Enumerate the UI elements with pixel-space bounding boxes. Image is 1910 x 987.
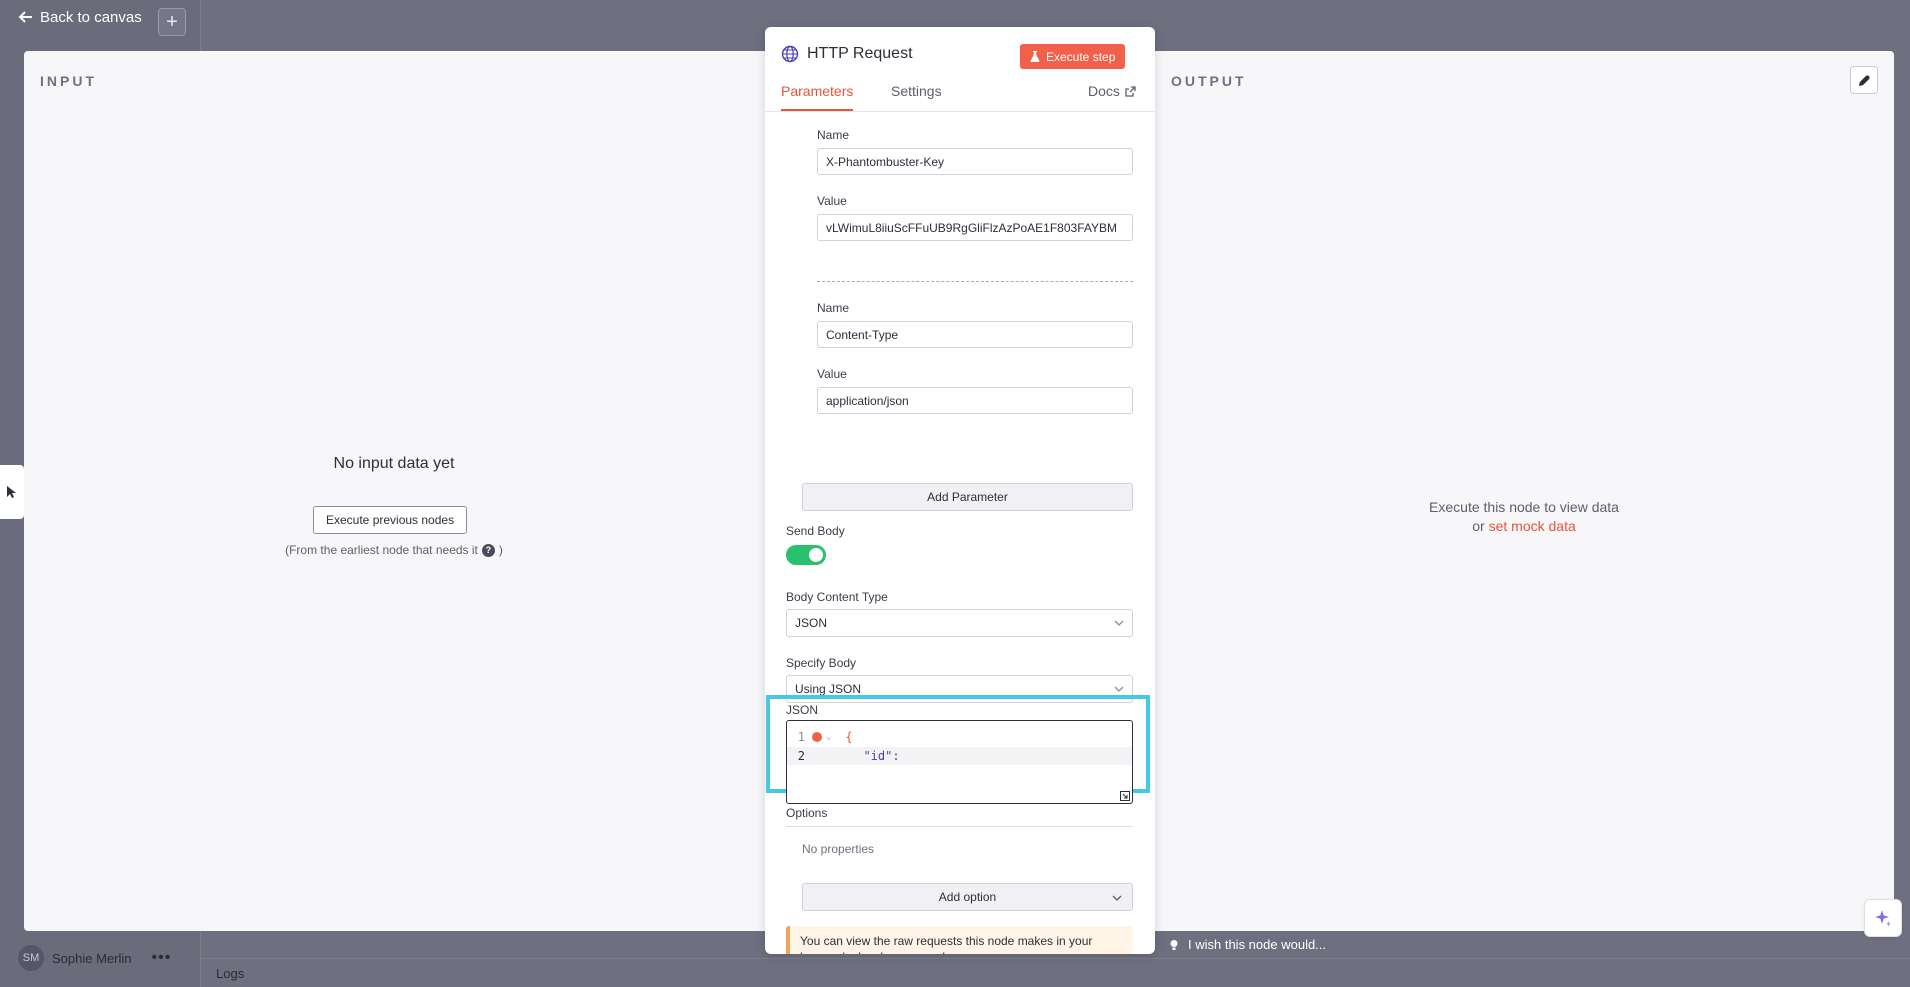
logs-label: Logs xyxy=(216,965,245,981)
output-empty-state: Execute this node to view data or set mo… xyxy=(1174,498,1874,536)
user-name: Sophie Merlin xyxy=(52,950,132,966)
header-value-label: Value xyxy=(817,367,847,381)
feedback-link[interactable]: I wish this node would... xyxy=(1168,937,1326,952)
edit-output-button[interactable] xyxy=(1850,66,1878,94)
execute-step-button[interactable]: Execute step xyxy=(1020,44,1126,69)
no-properties-text: No properties xyxy=(802,842,875,856)
body-content-type-label: Body Content Type xyxy=(786,590,888,604)
avatar: SM xyxy=(18,945,44,971)
external-link-icon xyxy=(1125,86,1136,97)
header-name-input[interactable]: X-Phantombuster-Key xyxy=(817,148,1133,175)
more-icon[interactable]: ••• xyxy=(152,949,172,967)
options-heading: Options xyxy=(786,806,1133,827)
input-hint-close: ) xyxy=(498,543,503,557)
line-number: 2 xyxy=(797,749,805,763)
tab-settings[interactable]: Settings xyxy=(891,83,942,110)
chevron-down-icon xyxy=(1114,686,1124,692)
node-header: HTTP Request Execute step Parameters Set… xyxy=(765,27,1155,112)
specify-body-label: Specify Body xyxy=(786,656,857,670)
back-to-canvas-label: Back to canvas xyxy=(40,8,142,26)
header-name-input[interactable]: Content-Type xyxy=(817,321,1133,348)
lightbulb-icon xyxy=(1170,939,1178,950)
sparkle-icon xyxy=(1875,910,1891,927)
header-value-label: Value xyxy=(817,194,847,208)
raw-requests-notice: You can view the raw requests this node … xyxy=(786,926,1133,954)
toggle-knob xyxy=(809,548,823,562)
code-line: 1 ⌄ { xyxy=(787,728,1132,746)
header-value-input[interactable]: application/json xyxy=(817,387,1133,414)
node-parameters-body: Name X-Phantombuster-Key Value vLWimuL8i… xyxy=(765,111,1155,954)
input-panel: No input data yet Execute previous nodes… xyxy=(24,51,764,931)
collapse-tab[interactable] xyxy=(0,465,24,519)
fold-icon[interactable]: ⌄ xyxy=(826,732,831,742)
execute-step-label: Execute step xyxy=(1046,49,1116,64)
pencil-icon xyxy=(1858,74,1870,86)
add-parameter-button[interactable]: Add Parameter xyxy=(802,483,1133,511)
header-name-label: Name xyxy=(817,128,850,142)
globe-icon xyxy=(781,45,799,63)
send-body-toggle[interactable] xyxy=(786,545,826,565)
code-line: 2 "id": xyxy=(787,747,1132,765)
output-or: or xyxy=(1472,518,1485,534)
execute-previous-nodes-button[interactable]: Execute previous nodes xyxy=(313,506,468,534)
tab-docs[interactable]: Docs xyxy=(1088,83,1136,110)
flask-icon xyxy=(1030,51,1040,62)
user-menu[interactable]: SM Sophie Merlin ••• xyxy=(18,945,171,971)
body-content-type-select[interactable]: JSON xyxy=(786,609,1133,637)
node-title-text: HTTP Request xyxy=(807,45,913,62)
docs-label: Docs xyxy=(1088,83,1120,99)
specify-body-value: Using JSON xyxy=(795,682,862,696)
add-workflow-button[interactable]: + xyxy=(158,8,186,36)
line-number: 1 xyxy=(797,730,805,744)
help-icon[interactable]: ? xyxy=(481,543,495,557)
back-to-canvas-link[interactable]: Back to canvas xyxy=(18,6,142,28)
chevron-down-icon xyxy=(1112,895,1122,901)
feedback-label: I wish this node would... xyxy=(1188,937,1327,952)
chevron-down-icon xyxy=(1114,620,1124,626)
input-hint: (From the earliest node that needs it ? … xyxy=(24,543,764,557)
code-text: "id": xyxy=(849,749,900,763)
cursor-icon xyxy=(7,486,16,498)
body-content-type-value: JSON xyxy=(795,616,828,630)
node-title: HTTP Request xyxy=(781,45,913,63)
set-mock-data-link[interactable]: set mock data xyxy=(1489,518,1576,534)
resize-icon[interactable] xyxy=(1120,791,1130,801)
output-empty-text: Execute this node to view data xyxy=(1429,499,1619,515)
parameter-divider xyxy=(817,281,1133,282)
header-value-input[interactable]: vLWimuL8iiuScFFuUB9RgGliFlzAzPoAE1F803FA… xyxy=(817,214,1133,241)
input-hint-text: (From the earliest node that needs it xyxy=(285,543,478,557)
error-icon xyxy=(812,732,822,742)
tab-parameters[interactable]: Parameters xyxy=(781,83,854,111)
output-panel-label: OUTPUT xyxy=(1171,73,1247,89)
add-option-button[interactable]: Add option xyxy=(802,883,1133,911)
json-label: JSON xyxy=(786,703,819,717)
node-parameters-panel: HTTP Request Execute step Parameters Set… xyxy=(765,27,1155,954)
node-tabs: Parameters Settings Docs xyxy=(765,83,1155,111)
no-input-title: No input data yet xyxy=(333,455,455,472)
ai-assistant-button[interactable] xyxy=(1864,899,1902,937)
code-text: { xyxy=(845,730,853,744)
add-option-label: Add option xyxy=(938,890,997,904)
logs-bar[interactable]: Logs xyxy=(200,958,1910,987)
arrow-left-icon xyxy=(18,11,32,23)
header-name-label: Name xyxy=(817,301,850,315)
send-body-label: Send Body xyxy=(786,524,845,538)
json-code-editor[interactable]: 1 ⌄ { 2 "id": xyxy=(786,720,1133,804)
